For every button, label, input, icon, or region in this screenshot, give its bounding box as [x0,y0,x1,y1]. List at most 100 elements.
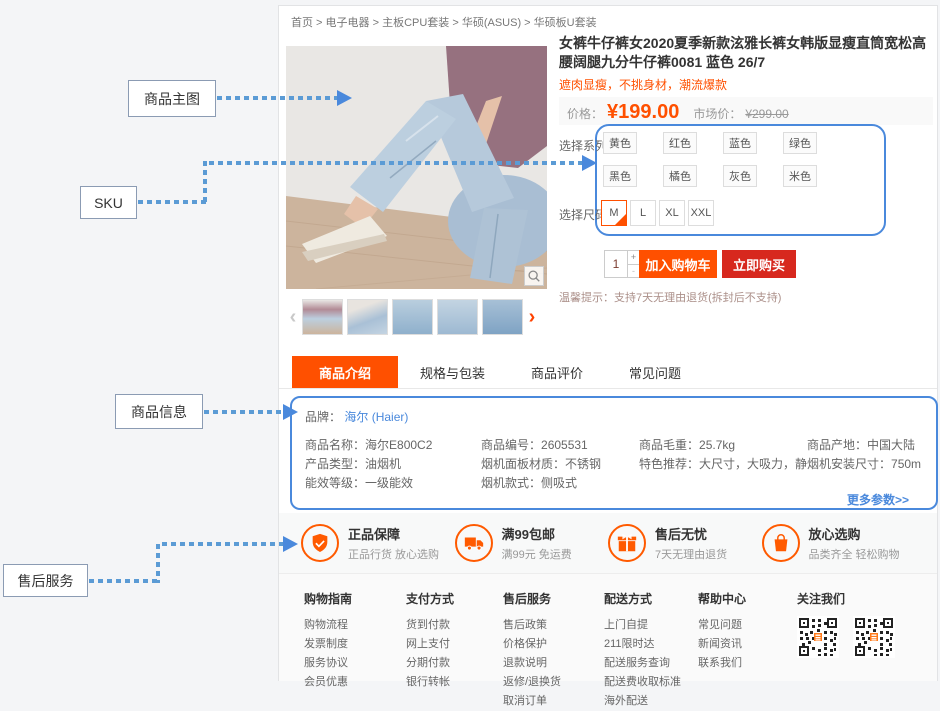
footer-link[interactable]: 会员优惠 [304,673,352,692]
size-options: M L XL XXL [601,200,717,226]
service-item: 满99包邮 满99元 免运费 [455,524,609,562]
footer-link[interactable]: 常见问题 [698,616,746,635]
footer-link[interactable]: 联系我们 [698,654,746,673]
footer-heading: 配送方式 [604,590,681,607]
footer-col-payment: 支付方式 货到付款 网上支付 分期付款 银行转帐 [406,590,454,692]
service-title: 满99包邮 [502,524,572,543]
thumbnail-1[interactable] [302,299,343,335]
footer-link[interactable]: 发票制度 [304,635,352,654]
size-option[interactable]: L [630,200,656,226]
add-to-cart-button[interactable]: 加入购物车 [639,250,717,278]
tab-faq[interactable]: 常见问题 [617,356,693,388]
annotation-line [217,96,337,100]
quantity-decrease-button[interactable]: - [628,264,639,278]
gift-box-icon [608,524,646,562]
info-field: 商品名称：海尔E800C2 [305,436,481,455]
footer-link[interactable]: 新闻资讯 [698,635,746,654]
footer-link[interactable]: 分期付款 [406,654,454,673]
quantity-increase-button[interactable]: + [628,251,639,264]
service-desc: 7天无理由退货 [655,546,727,562]
size-option[interactable]: XL [659,200,685,226]
color-option[interactable]: 蓝色 [723,132,757,154]
info-field: 烟机安装尺寸：750mm±50mm (烟... [807,455,921,474]
annotation-product-info: 商品信息 [115,394,203,429]
annotation-line [138,200,206,204]
footer-link[interactable]: 服务协议 [304,654,352,673]
brand-label: 品牌： [305,410,341,424]
market-price-value: ¥299.00 [745,107,788,121]
footer-link[interactable]: 网上支付 [406,635,454,654]
info-field: 商品编号：2605531 [481,436,639,455]
market-price-label: 市场价： [693,105,741,122]
annotation-line [156,544,160,583]
price-label: 价格： [567,105,603,122]
color-option[interactable]: 米色 [783,165,817,187]
service-desc: 正品行货 放心选购 [348,546,439,562]
footer-link[interactable]: 售后政策 [503,616,561,635]
price-value: ¥199.00 [607,101,679,124]
more-params-link[interactable]: 更多参数>> [847,491,909,508]
footer-col-help: 帮助中心 常见问题 新闻资讯 联系我们 [698,590,746,673]
thumbnail-5[interactable] [482,299,523,335]
brand-row: 品牌： 海尔 (Haier) [305,408,408,425]
tab-reviews[interactable]: 商品评价 [519,356,595,388]
footer-link[interactable]: 配送服务查询 [604,654,681,673]
product-main-image[interactable] [286,46,547,289]
footer-link[interactable]: 海外配送 [604,692,681,711]
annotation-after-sale: 售后服务 [3,564,88,597]
footer-link[interactable]: 购物流程 [304,616,352,635]
service-desc: 品类齐全 轻松购物 [809,546,900,562]
footer-link[interactable]: 返修/退换货 [503,673,561,692]
footer-link[interactable]: 配送费收取标准 [604,673,681,692]
buy-now-button[interactable]: 立即购买 [722,250,796,278]
color-option[interactable]: 灰色 [723,165,757,187]
qr-code-icon [853,616,895,658]
tab-spec-package[interactable]: 规格与包装 [408,356,497,388]
magnifier-icon[interactable] [524,266,544,286]
info-field: 特色推荐：大尺寸，大吸力，静音... [639,455,807,474]
annotation-line [203,161,207,202]
color-option[interactable]: 黄色 [603,132,637,154]
service-item: 正品保障 正品行货 放心选购 [301,524,455,562]
footer-link[interactable]: 上门自提 [604,616,681,635]
info-field: 烟机款式：侧吸式 [481,474,639,493]
thumbnail-strip: ‹ › [286,297,547,337]
thumbnail-2[interactable] [347,299,388,335]
info-field: 能效等级：一级能效 [305,474,481,493]
size-option[interactable]: XXL [688,200,714,226]
footer-heading: 关注我们 [797,590,909,607]
footer-link[interactable]: 211限时达 [604,635,681,654]
size-option-selected[interactable]: M [601,200,627,226]
thumb-prev-icon[interactable]: ‹ [286,300,300,334]
annotation-line [89,579,159,583]
tab-product-intro[interactable]: 商品介绍 [292,356,398,388]
model-photo-illustration [286,46,547,289]
price-row: 价格： ¥199.00 市场价： ¥299.00 [559,97,933,125]
arrow-right-icon [337,90,352,106]
footer-heading: 帮助中心 [698,590,746,607]
color-option[interactable]: 绿色 [783,132,817,154]
return-policy-tip: 温馨提示：支持7天无理由退货(拆封后不支持) [559,289,781,305]
footer-link[interactable]: 银行转帐 [406,673,454,692]
thumb-next-icon[interactable]: › [525,300,539,334]
footer-link[interactable]: 价格保护 [503,635,561,654]
arrow-right-icon [283,536,298,552]
color-option[interactable]: 红色 [663,132,697,154]
breadcrumb[interactable]: 首页 > 电子电器 > 主板CPU套装 > 华硕(ASUS) > 华硕板U套装 [291,14,597,30]
service-title: 售后无忧 [655,524,727,543]
annotation-line [204,410,284,414]
footer-col-shopping-guide: 购物指南 购物流程 发票制度 服务协议 会员优惠 [304,590,352,692]
footer-col-follow-us: 关注我们 [797,590,909,658]
color-option[interactable]: 黑色 [603,165,637,187]
footer-link[interactable]: 货到付款 [406,616,454,635]
brand-link[interactable]: 海尔 (Haier) [344,410,408,424]
qr-code-icon [797,616,839,658]
quantity-stepper[interactable]: 1 + - [604,250,640,278]
thumbnail-3[interactable] [392,299,433,335]
thumbnail-4[interactable] [437,299,478,335]
color-option[interactable]: 橘色 [663,165,697,187]
shield-icon [301,524,339,562]
footer-link[interactable]: 取消订单 [503,692,561,711]
quantity-value[interactable]: 1 [605,251,627,277]
footer-link[interactable]: 退款说明 [503,654,561,673]
